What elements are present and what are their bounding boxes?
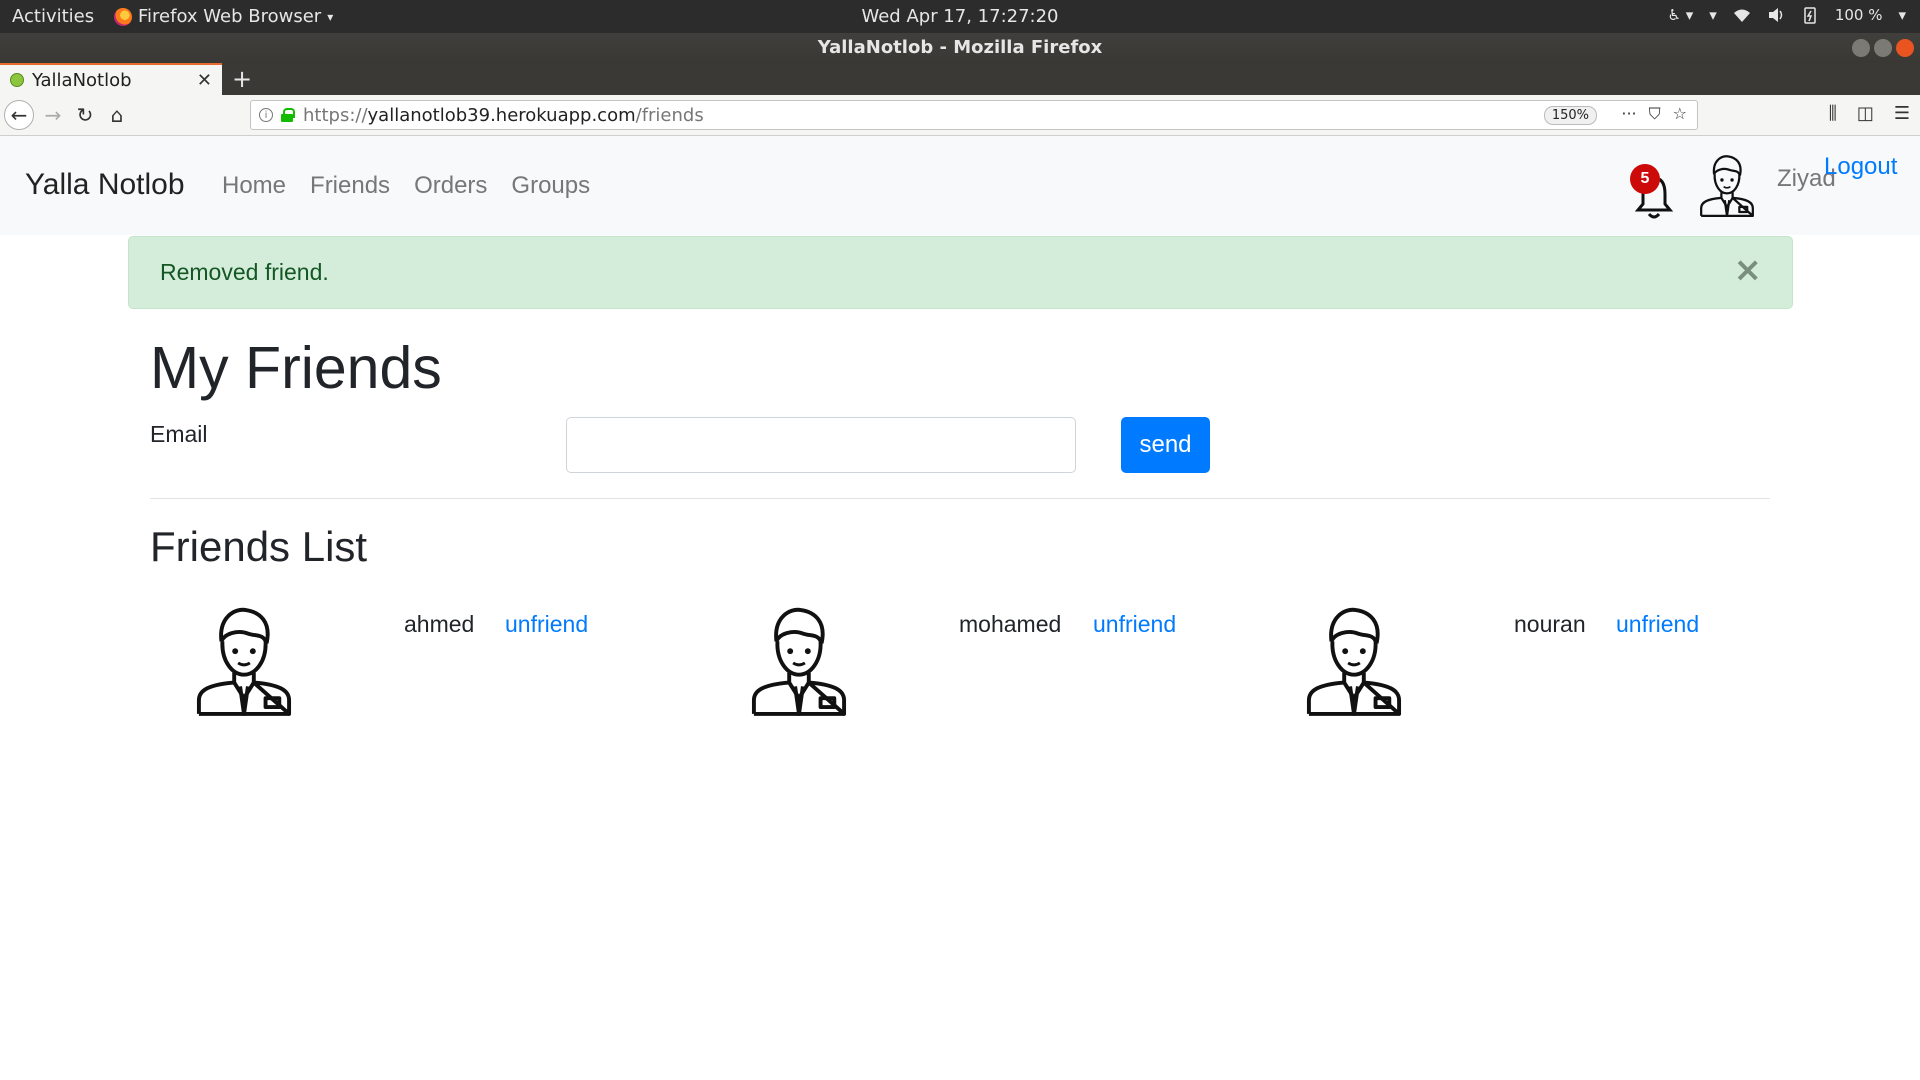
user-avatar-icon[interactable] — [1698, 153, 1756, 217]
page-actions-icon[interactable]: ··· — [1621, 104, 1636, 124]
favicon-icon — [10, 73, 24, 87]
browser-toolbar: ← → ↻ ⌂ i https:// yallanotlob39.herokua… — [0, 95, 1920, 136]
email-field[interactable] — [566, 417, 1076, 473]
nav-links: Home Friends Orders Groups — [222, 172, 590, 200]
maximize-button[interactable] — [1874, 39, 1892, 57]
back-button[interactable]: ← — [4, 100, 34, 130]
app-menu-label: Firefox Web Browser — [138, 6, 322, 27]
zoom-level[interactable]: 150% — [1543, 106, 1597, 125]
reload-button[interactable]: ↻ — [70, 100, 100, 130]
friends-list-title: Friends List — [150, 523, 368, 570]
bookmark-star-icon[interactable]: ☆ — [1673, 104, 1687, 124]
close-window-button[interactable] — [1896, 39, 1914, 57]
browser-tab[interactable]: YallaNotlob ✕ — [0, 63, 222, 95]
list-item: nouran unfriend — [1260, 598, 1740, 728]
library-icon[interactable]: ⫼ — [1829, 103, 1837, 124]
friend-avatar-icon — [196, 607, 292, 716]
url-scheme: https:// — [303, 104, 368, 126]
unfriend-link[interactable]: unfriend — [1093, 611, 1176, 638]
chevron-down-icon: ▾ — [327, 9, 334, 24]
site-info-icon[interactable]: i — [259, 108, 273, 122]
sidebar-icon[interactable]: ◫ — [1857, 103, 1874, 124]
tab-strip: YallaNotlob ✕ + — [0, 63, 1920, 95]
window-title: YallaNotlob - Mozilla Firefox — [817, 37, 1103, 58]
chevron-down-icon: ▾ — [1898, 6, 1906, 24]
web-page: Yalla Notlob Home Friends Orders Groups … — [0, 136, 1920, 1080]
friend-avatar-icon — [1306, 607, 1402, 716]
lock-icon — [281, 108, 295, 122]
volume-icon — [1768, 8, 1783, 22]
friend-name: mohamed — [959, 611, 1062, 637]
app-menu[interactable]: Firefox Web Browser ▾ — [114, 6, 333, 27]
list-item: ahmed unfriend — [150, 598, 630, 728]
window-titlebar[interactable]: YallaNotlob - Mozilla Firefox — [0, 33, 1920, 63]
alert-message: Removed friend. — [160, 259, 329, 285]
system-top-bar: Activities Firefox Web Browser ▾ Wed Apr… — [0, 0, 1920, 33]
friend-avatar-icon — [751, 607, 847, 716]
unfriend-link[interactable]: unfriend — [1616, 611, 1699, 638]
nav-groups[interactable]: Groups — [511, 172, 590, 200]
divider — [150, 498, 1770, 499]
wifi-icon — [1733, 9, 1750, 22]
hamburger-menu-icon[interactable]: ☰ — [1894, 103, 1910, 124]
nav-home[interactable]: Home — [222, 172, 286, 200]
close-icon[interactable]: × — [1734, 253, 1763, 287]
firefox-icon — [114, 7, 132, 26]
system-tray[interactable]: ♿ ▾ ▾ 100 % ▾ — [1668, 6, 1906, 24]
email-label: Email — [150, 421, 208, 447]
home-button[interactable]: ⌂ — [102, 100, 132, 130]
page-title: My Friends — [150, 335, 442, 401]
accessibility-icon[interactable]: ♿ ▾ — [1668, 6, 1694, 24]
unfriend-link[interactable]: unfriend — [505, 611, 588, 638]
url-host: yallanotlob39.herokuapp.com — [367, 104, 636, 126]
notification-badge: 5 — [1630, 164, 1660, 194]
battery-icon — [1804, 7, 1816, 24]
list-item: mohamed unfriend — [705, 598, 1185, 728]
url-path: /friends — [635, 104, 704, 126]
pocket-icon[interactable]: ⛉ — [1649, 104, 1661, 124]
forward-button[interactable]: → — [38, 100, 68, 130]
logout-link[interactable]: Logout — [1824, 153, 1897, 181]
nav-orders[interactable]: Orders — [414, 172, 487, 200]
chevron-down-icon[interactable]: ▾ — [1709, 6, 1717, 24]
site-brand[interactable]: Yalla Notlob — [25, 168, 185, 202]
close-tab-icon[interactable]: ✕ — [197, 70, 212, 91]
new-tab-button[interactable]: + — [232, 65, 252, 93]
battery-level: 100 % — [1834, 6, 1883, 24]
activities-button[interactable]: Activities — [12, 6, 94, 27]
nav-friends[interactable]: Friends — [310, 172, 390, 200]
notifications-button[interactable]: 5 — [1630, 164, 1674, 224]
send-button[interactable]: send — [1121, 417, 1210, 473]
tab-title: YallaNotlob — [32, 69, 132, 91]
minimize-button[interactable] — [1852, 39, 1870, 57]
success-alert: Removed friend. × — [128, 236, 1793, 309]
site-navbar: Yalla Notlob Home Friends Orders Groups … — [0, 136, 1920, 235]
friend-name: ahmed — [404, 611, 475, 637]
url-bar[interactable]: i https:// yallanotlob39.herokuapp.com /… — [250, 100, 1698, 130]
friend-name: nouran — [1514, 611, 1586, 637]
